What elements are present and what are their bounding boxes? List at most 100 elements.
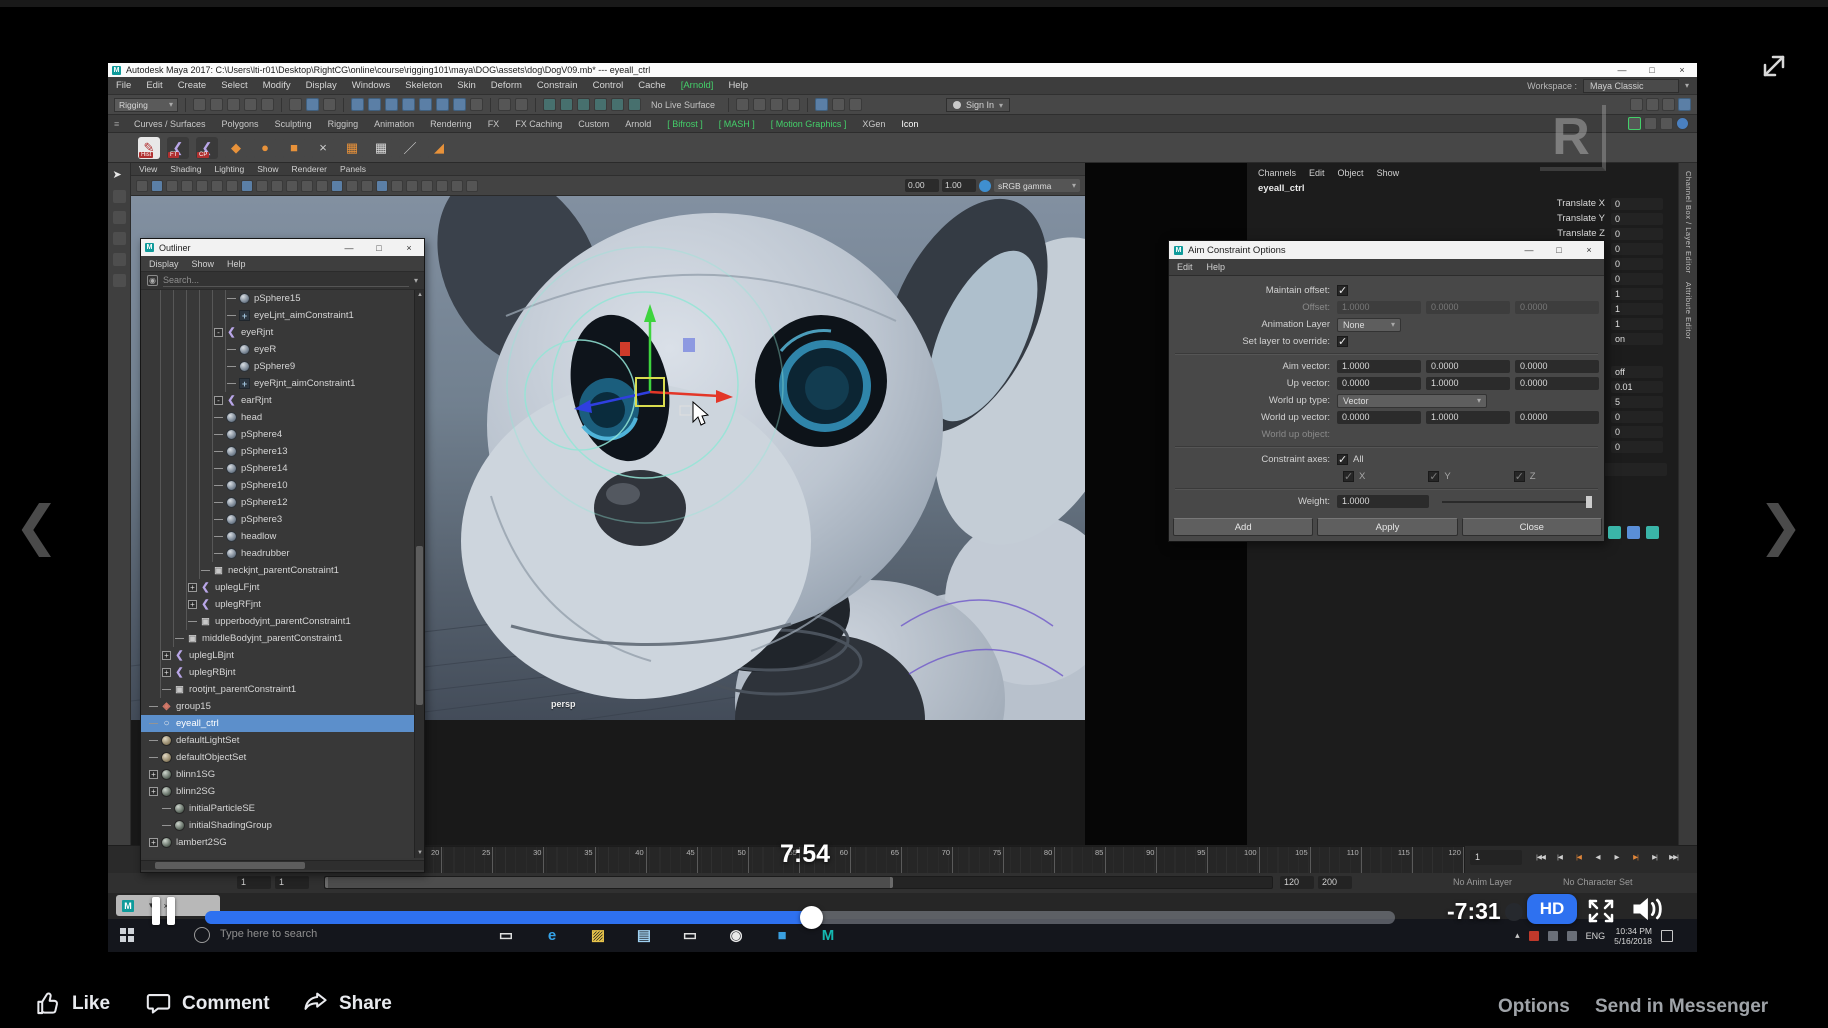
universal-manip-icon[interactable] [436, 98, 449, 111]
outliner-item-psphere3[interactable]: pSphere3 [141, 511, 424, 528]
render-settings-icon[interactable] [770, 98, 783, 111]
speed-medium-icon[interactable] [1627, 526, 1640, 539]
outliner-menu-display[interactable]: Display [149, 259, 179, 269]
snap-view-icon[interactable] [611, 98, 624, 111]
nurbs-circle-icon[interactable]: ◆ [225, 137, 247, 159]
axes-all-checkbox[interactable] [1337, 454, 1348, 465]
menu-skeleton[interactable]: Skeleton [405, 80, 442, 91]
wedge-icon[interactable]: ◢ [428, 137, 450, 159]
select-cam-icon[interactable] [136, 180, 148, 192]
outliner-item-psphere14[interactable]: pSphere14 [141, 460, 424, 477]
outliner-menu-help[interactable]: Help [227, 259, 246, 269]
redo-icon[interactable] [261, 98, 274, 111]
history-brush-icon[interactable]: ✎Hist [138, 137, 160, 159]
channel-value[interactable]: 0 [1611, 243, 1663, 255]
outliner-item-eyerjnt[interactable]: -❮eyeRjnt [141, 324, 424, 341]
view-transform-dropdown[interactable]: sRGB gamma ▾ [994, 179, 1080, 192]
action-center-icon[interactable] [1661, 930, 1673, 942]
settings-gear-icon[interactable] [1505, 903, 1523, 921]
set-layer-override-checkbox[interactable] [1337, 336, 1348, 347]
undo-icon[interactable] [244, 98, 257, 111]
outliner-hscrollbar[interactable] [141, 860, 424, 870]
transform-constraint-icon[interactable] [419, 98, 432, 111]
panel-menu-show[interactable]: Show [257, 164, 278, 174]
sign-in-button[interactable]: Sign In ▾ [946, 98, 1010, 112]
outliner-pane-icon[interactable] [286, 180, 298, 192]
rotate-tool-icon[interactable] [113, 253, 126, 266]
range-slider-thumb[interactable] [325, 877, 893, 888]
timeline-tick[interactable]: 80 [1004, 847, 1055, 873]
menu-modify[interactable]: Modify [263, 80, 291, 91]
cortana-icon[interactable] [194, 927, 210, 943]
step-forward-button[interactable]: ▶| [1646, 850, 1663, 865]
bifrost-bracket-icon[interactable] [832, 98, 845, 111]
channel-value[interactable]: 1 [1611, 318, 1663, 330]
axis-z-checkbox[interactable] [1514, 471, 1525, 482]
world-up-vector-y-field[interactable]: 1.0000 [1426, 411, 1510, 424]
prev-key-button[interactable]: |◀ [1570, 850, 1587, 865]
timeline-tick[interactable]: 105 [1260, 847, 1311, 873]
expand-icon[interactable] [1752, 44, 1796, 93]
knife-icon[interactable]: ／ [399, 137, 421, 159]
shelf-tab-icon[interactable]: Icon [901, 119, 918, 129]
lock-cam-icon[interactable] [151, 180, 163, 192]
new-scene-icon[interactable] [193, 98, 206, 111]
open-scene-icon[interactable] [210, 98, 223, 111]
send-in-messenger-link[interactable]: Send in Messenger [1595, 996, 1768, 1018]
exposure-field[interactable]: 0.00 [905, 179, 939, 192]
render-view-icon[interactable] [736, 98, 749, 111]
go-to-end-button[interactable]: ▶▶| [1665, 850, 1682, 865]
outliner-item-eyeall_ctrl[interactable]: ○eyeall_ctrl [141, 715, 424, 732]
outliner-item-head[interactable]: head [141, 409, 424, 426]
maintain-offset-checkbox[interactable] [1337, 285, 1348, 296]
outliner-vscrollbar[interactable]: ▲ ▼ [414, 290, 424, 858]
shelf-tab-bifrost[interactable]: [ Bifrost ] [667, 119, 703, 129]
store-icon[interactable]: ▤ [634, 925, 654, 945]
aim-vector-z-field[interactable]: 0.0000 [1515, 360, 1599, 373]
gamma-field[interactable]: 1.00 [942, 179, 976, 192]
next-media-button[interactable]: ❯ [1758, 494, 1803, 557]
ipr-render-icon[interactable] [753, 98, 766, 111]
outliner-item-psphere10[interactable]: pSphere10 [141, 477, 424, 494]
timeline-tick[interactable]: 65 [851, 847, 902, 873]
channel-value[interactable]: on [1611, 333, 1663, 345]
maximize-icon[interactable]: □ [1637, 63, 1667, 77]
shelf-tab-fx[interactable]: FX [488, 119, 500, 129]
lasso-tool-icon[interactable] [113, 190, 126, 203]
multisample-icon[interactable] [436, 180, 448, 192]
panel-menu-lighting[interactable]: Lighting [214, 164, 244, 174]
channel-menu-edit[interactable]: Edit [1309, 168, 1325, 178]
menu-help[interactable]: Help [1207, 262, 1226, 272]
render-sequence-icon[interactable] [787, 98, 800, 111]
shelf-tab-fxcaching[interactable]: FX Caching [515, 119, 562, 129]
anim-end-field[interactable]: 200 [1318, 876, 1352, 889]
outliner-item-lambert2sg[interactable]: +lambert2SG [141, 834, 424, 851]
channel-value[interactable]: 0 [1611, 273, 1663, 285]
split-pane-icon[interactable] [301, 180, 313, 192]
shelf-tab-xgen[interactable]: XGen [862, 119, 885, 129]
edge-icon[interactable]: e [542, 925, 562, 945]
tab-channel-box[interactable]: Channel Box / Layer Editor [1684, 171, 1693, 274]
channel-menu-show[interactable]: Show [1377, 168, 1400, 178]
expand-icon[interactable]: + [188, 600, 197, 609]
chevron-down-icon[interactable]: ▾ [414, 276, 418, 285]
scroll-thumb[interactable] [155, 862, 305, 869]
menu-file[interactable]: File [116, 80, 131, 91]
grease-pencil-icon[interactable] [226, 180, 238, 192]
grid-display-icon[interactable] [1630, 98, 1643, 111]
minimize-icon[interactable]: — [1514, 243, 1544, 257]
four-pane-icon[interactable] [256, 180, 268, 192]
shelf-tab-rendering[interactable]: Rendering [430, 119, 472, 129]
outliner-item-neckjnt_parentconstraint1[interactable]: ▣neckjnt_parentConstraint1 [141, 562, 424, 579]
anim-layer-menu[interactable]: No Anim Layer [1453, 877, 1512, 887]
paint-select-tool-icon[interactable] [306, 98, 319, 111]
hd-badge[interactable]: HD [1527, 894, 1577, 924]
color-management-icon[interactable] [979, 180, 991, 192]
highlight-selection-icon[interactable] [515, 98, 528, 111]
channel-value[interactable]: 1 [1611, 288, 1663, 300]
outliner-search[interactable]: ◉ Search... ▾ [141, 272, 424, 290]
timeline-tick[interactable]: 110 [1311, 847, 1362, 873]
expand-icon[interactable]: + [162, 668, 171, 677]
minimize-icon[interactable]: — [334, 241, 364, 255]
menu-set-selector[interactable]: Rigging▾ [114, 98, 178, 112]
